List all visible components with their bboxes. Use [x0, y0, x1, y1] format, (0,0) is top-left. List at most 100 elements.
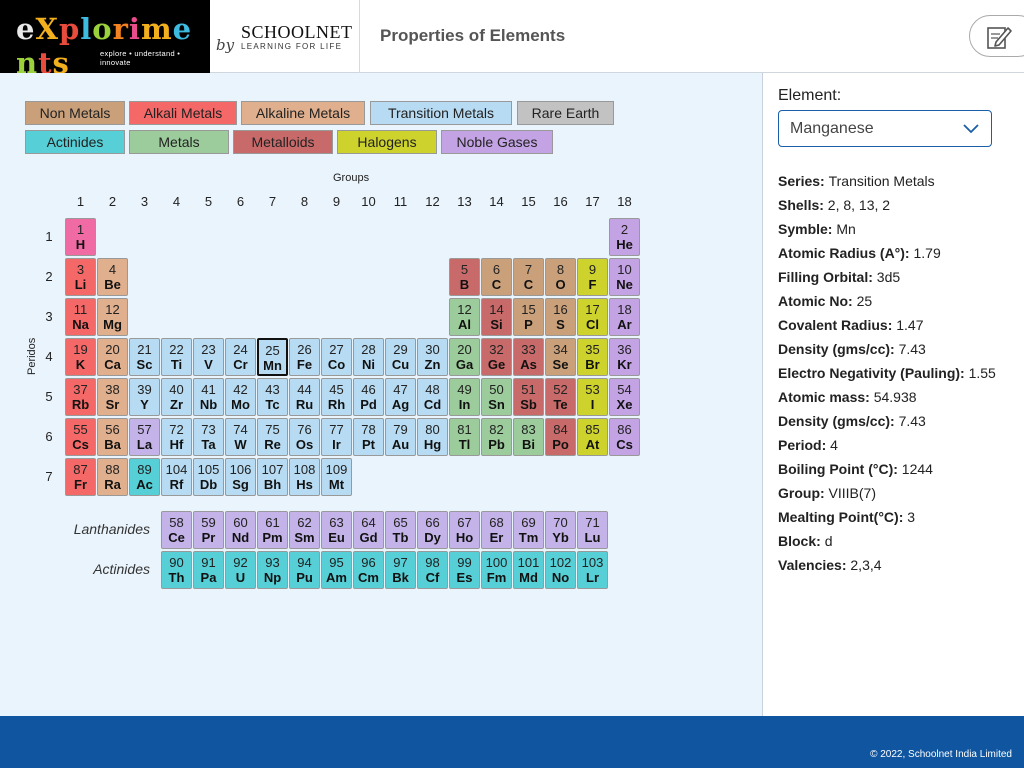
- element-cell-cr[interactable]: 24 Cr: [225, 338, 256, 376]
- element-cell-au[interactable]: 79 Au: [385, 418, 416, 456]
- element-cell-pb[interactable]: 82 Pb: [481, 418, 512, 456]
- element-cell-np[interactable]: 93 Np: [257, 551, 288, 589]
- element-cell-sg[interactable]: 106 Sg: [225, 458, 256, 496]
- element-cell-k[interactable]: 19 K: [65, 338, 96, 376]
- element-cell-ag[interactable]: 47 Ag: [385, 378, 416, 416]
- element-cell-cs[interactable]: 55 Cs: [65, 418, 96, 456]
- element-cell-cl[interactable]: 17 Cl: [577, 298, 608, 336]
- element-cell-f[interactable]: 9F: [577, 258, 608, 296]
- element-cell-c[interactable]: 6C: [481, 258, 512, 296]
- element-cell-ra[interactable]: 88 Ra: [97, 458, 128, 496]
- element-cell-cm[interactable]: 96 Cm: [353, 551, 384, 589]
- element-cell-mg[interactable]: 12 Mg: [97, 298, 128, 336]
- element-cell-ru[interactable]: 44 Ru: [289, 378, 320, 416]
- element-cell-cu[interactable]: 29 Cu: [385, 338, 416, 376]
- element-cell-mn[interactable]: 25 Mn: [257, 338, 288, 376]
- element-cell-xe[interactable]: 54 Xe: [609, 378, 640, 416]
- element-cell-ni[interactable]: 28 Ni: [353, 338, 384, 376]
- element-cell-ca[interactable]: 20 Ca: [97, 338, 128, 376]
- element-cell-ta[interactable]: 73 Ta: [193, 418, 224, 456]
- legend-metals[interactable]: Metals: [129, 130, 229, 154]
- element-cell-gd[interactable]: 64 Gd: [353, 511, 384, 549]
- element-cell-yb[interactable]: 70 Yb: [545, 511, 576, 549]
- legend-transition-metals[interactable]: Transition Metals: [370, 101, 512, 125]
- element-cell-cd[interactable]: 48 Cd: [417, 378, 448, 416]
- element-cell-rh[interactable]: 45 Rh: [321, 378, 352, 416]
- element-cell-tc[interactable]: 43 Tc: [257, 378, 288, 416]
- element-cell-sr[interactable]: 38 Sr: [97, 378, 128, 416]
- legend-metalloids[interactable]: Metalloids: [233, 130, 333, 154]
- element-cell-v[interactable]: 23 V: [193, 338, 224, 376]
- element-cell-pd[interactable]: 46 Pd: [353, 378, 384, 416]
- element-cell-po[interactable]: 84 Po: [545, 418, 576, 456]
- element-cell-pm[interactable]: 61 Pm: [257, 511, 288, 549]
- element-cell-mt[interactable]: 109 Mt: [321, 458, 352, 496]
- legend-actinides[interactable]: Actinides: [25, 130, 125, 154]
- element-cell-y[interactable]: 39 Y: [129, 378, 160, 416]
- element-cell-pr[interactable]: 59 Pr: [193, 511, 224, 549]
- element-cell-te[interactable]: 52 Te: [545, 378, 576, 416]
- element-cell-cf[interactable]: 98 Cf: [417, 551, 448, 589]
- element-cell-bk[interactable]: 97 Bk: [385, 551, 416, 589]
- element-cell-no[interactable]: 102 No: [545, 551, 576, 589]
- element-cell-tl[interactable]: 81 Tl: [449, 418, 480, 456]
- legend-alkaline-metals[interactable]: Alkaline Metals: [241, 101, 365, 125]
- legend-noble-gases[interactable]: Noble Gases: [441, 130, 553, 154]
- element-cell-o[interactable]: 8O: [545, 258, 576, 296]
- element-cell-he[interactable]: 2 He: [609, 218, 640, 256]
- element-cell-fr[interactable]: 87 Fr: [65, 458, 96, 496]
- element-cell-ba[interactable]: 56 Ba: [97, 418, 128, 456]
- element-cell-er[interactable]: 68 Er: [481, 511, 512, 549]
- element-cell-th[interactable]: 90 Th: [161, 551, 192, 589]
- element-cell-be[interactable]: 4 Be: [97, 258, 128, 296]
- element-cell-nd[interactable]: 60 Nd: [225, 511, 256, 549]
- legend-halogens[interactable]: Halogens: [337, 130, 437, 154]
- element-cell-ti[interactable]: 22 Ti: [161, 338, 192, 376]
- element-cell-bi[interactable]: 83 Bi: [513, 418, 544, 456]
- element-cell-rb[interactable]: 37 Rb: [65, 378, 96, 416]
- element-cell-ho[interactable]: 67 Ho: [449, 511, 480, 549]
- element-cell-fe[interactable]: 26 Fe: [289, 338, 320, 376]
- element-cell-hs[interactable]: 108 Hs: [289, 458, 320, 496]
- element-cell-es[interactable]: 99 Es: [449, 551, 480, 589]
- element-cell-fm[interactable]: 100 Fm: [481, 551, 512, 589]
- element-cell-hg[interactable]: 80 Hg: [417, 418, 448, 456]
- element-cell-eu[interactable]: 63 Eu: [321, 511, 352, 549]
- element-cell-in[interactable]: 49 In: [449, 378, 480, 416]
- element-cell-md[interactable]: 101 Md: [513, 551, 544, 589]
- element-cell-db[interactable]: 105 Db: [193, 458, 224, 496]
- element-cell-kr[interactable]: 36 Kr: [609, 338, 640, 376]
- element-cell-sc[interactable]: 21 Sc: [129, 338, 160, 376]
- element-cell-mo[interactable]: 42 Mo: [225, 378, 256, 416]
- element-cell-ce[interactable]: 58 Ce: [161, 511, 192, 549]
- element-cell-tb[interactable]: 65 Tb: [385, 511, 416, 549]
- element-cell-b[interactable]: 5B: [449, 258, 480, 296]
- element-cell-pa[interactable]: 91 Pa: [193, 551, 224, 589]
- element-cell-s[interactable]: 16 S: [545, 298, 576, 336]
- element-cell-al[interactable]: 12 Al: [449, 298, 480, 336]
- element-cell-i[interactable]: 53 I: [577, 378, 608, 416]
- element-dropdown[interactable]: Manganese: [778, 110, 992, 147]
- element-cell-sn[interactable]: 50 Sn: [481, 378, 512, 416]
- element-cell-w[interactable]: 74 W: [225, 418, 256, 456]
- element-cell-br[interactable]: 35 Br: [577, 338, 608, 376]
- element-cell-co[interactable]: 27 Co: [321, 338, 352, 376]
- element-cell-se[interactable]: 34 Se: [545, 338, 576, 376]
- element-cell-cs[interactable]: 86 Cs: [609, 418, 640, 456]
- element-cell-lu[interactable]: 71 Lu: [577, 511, 608, 549]
- element-cell-tm[interactable]: 69 Tm: [513, 511, 544, 549]
- element-cell-p[interactable]: 15 P: [513, 298, 544, 336]
- element-cell-rf[interactable]: 104 Rf: [161, 458, 192, 496]
- element-cell-nb[interactable]: 41 Nb: [193, 378, 224, 416]
- element-cell-sb[interactable]: 51 Sb: [513, 378, 544, 416]
- edit-notes-button[interactable]: [969, 15, 1024, 57]
- element-cell-re[interactable]: 75 Re: [257, 418, 288, 456]
- element-cell-zn[interactable]: 30 Zn: [417, 338, 448, 376]
- element-cell-sm[interactable]: 62 Sm: [289, 511, 320, 549]
- element-cell-li[interactable]: 3 Li: [65, 258, 96, 296]
- element-cell-lr[interactable]: 103 Lr: [577, 551, 608, 589]
- element-cell-ge[interactable]: 32 Ge: [481, 338, 512, 376]
- element-cell-pt[interactable]: 78 Pt: [353, 418, 384, 456]
- element-cell-hf[interactable]: 72 Hf: [161, 418, 192, 456]
- element-cell-pu[interactable]: 94 Pu: [289, 551, 320, 589]
